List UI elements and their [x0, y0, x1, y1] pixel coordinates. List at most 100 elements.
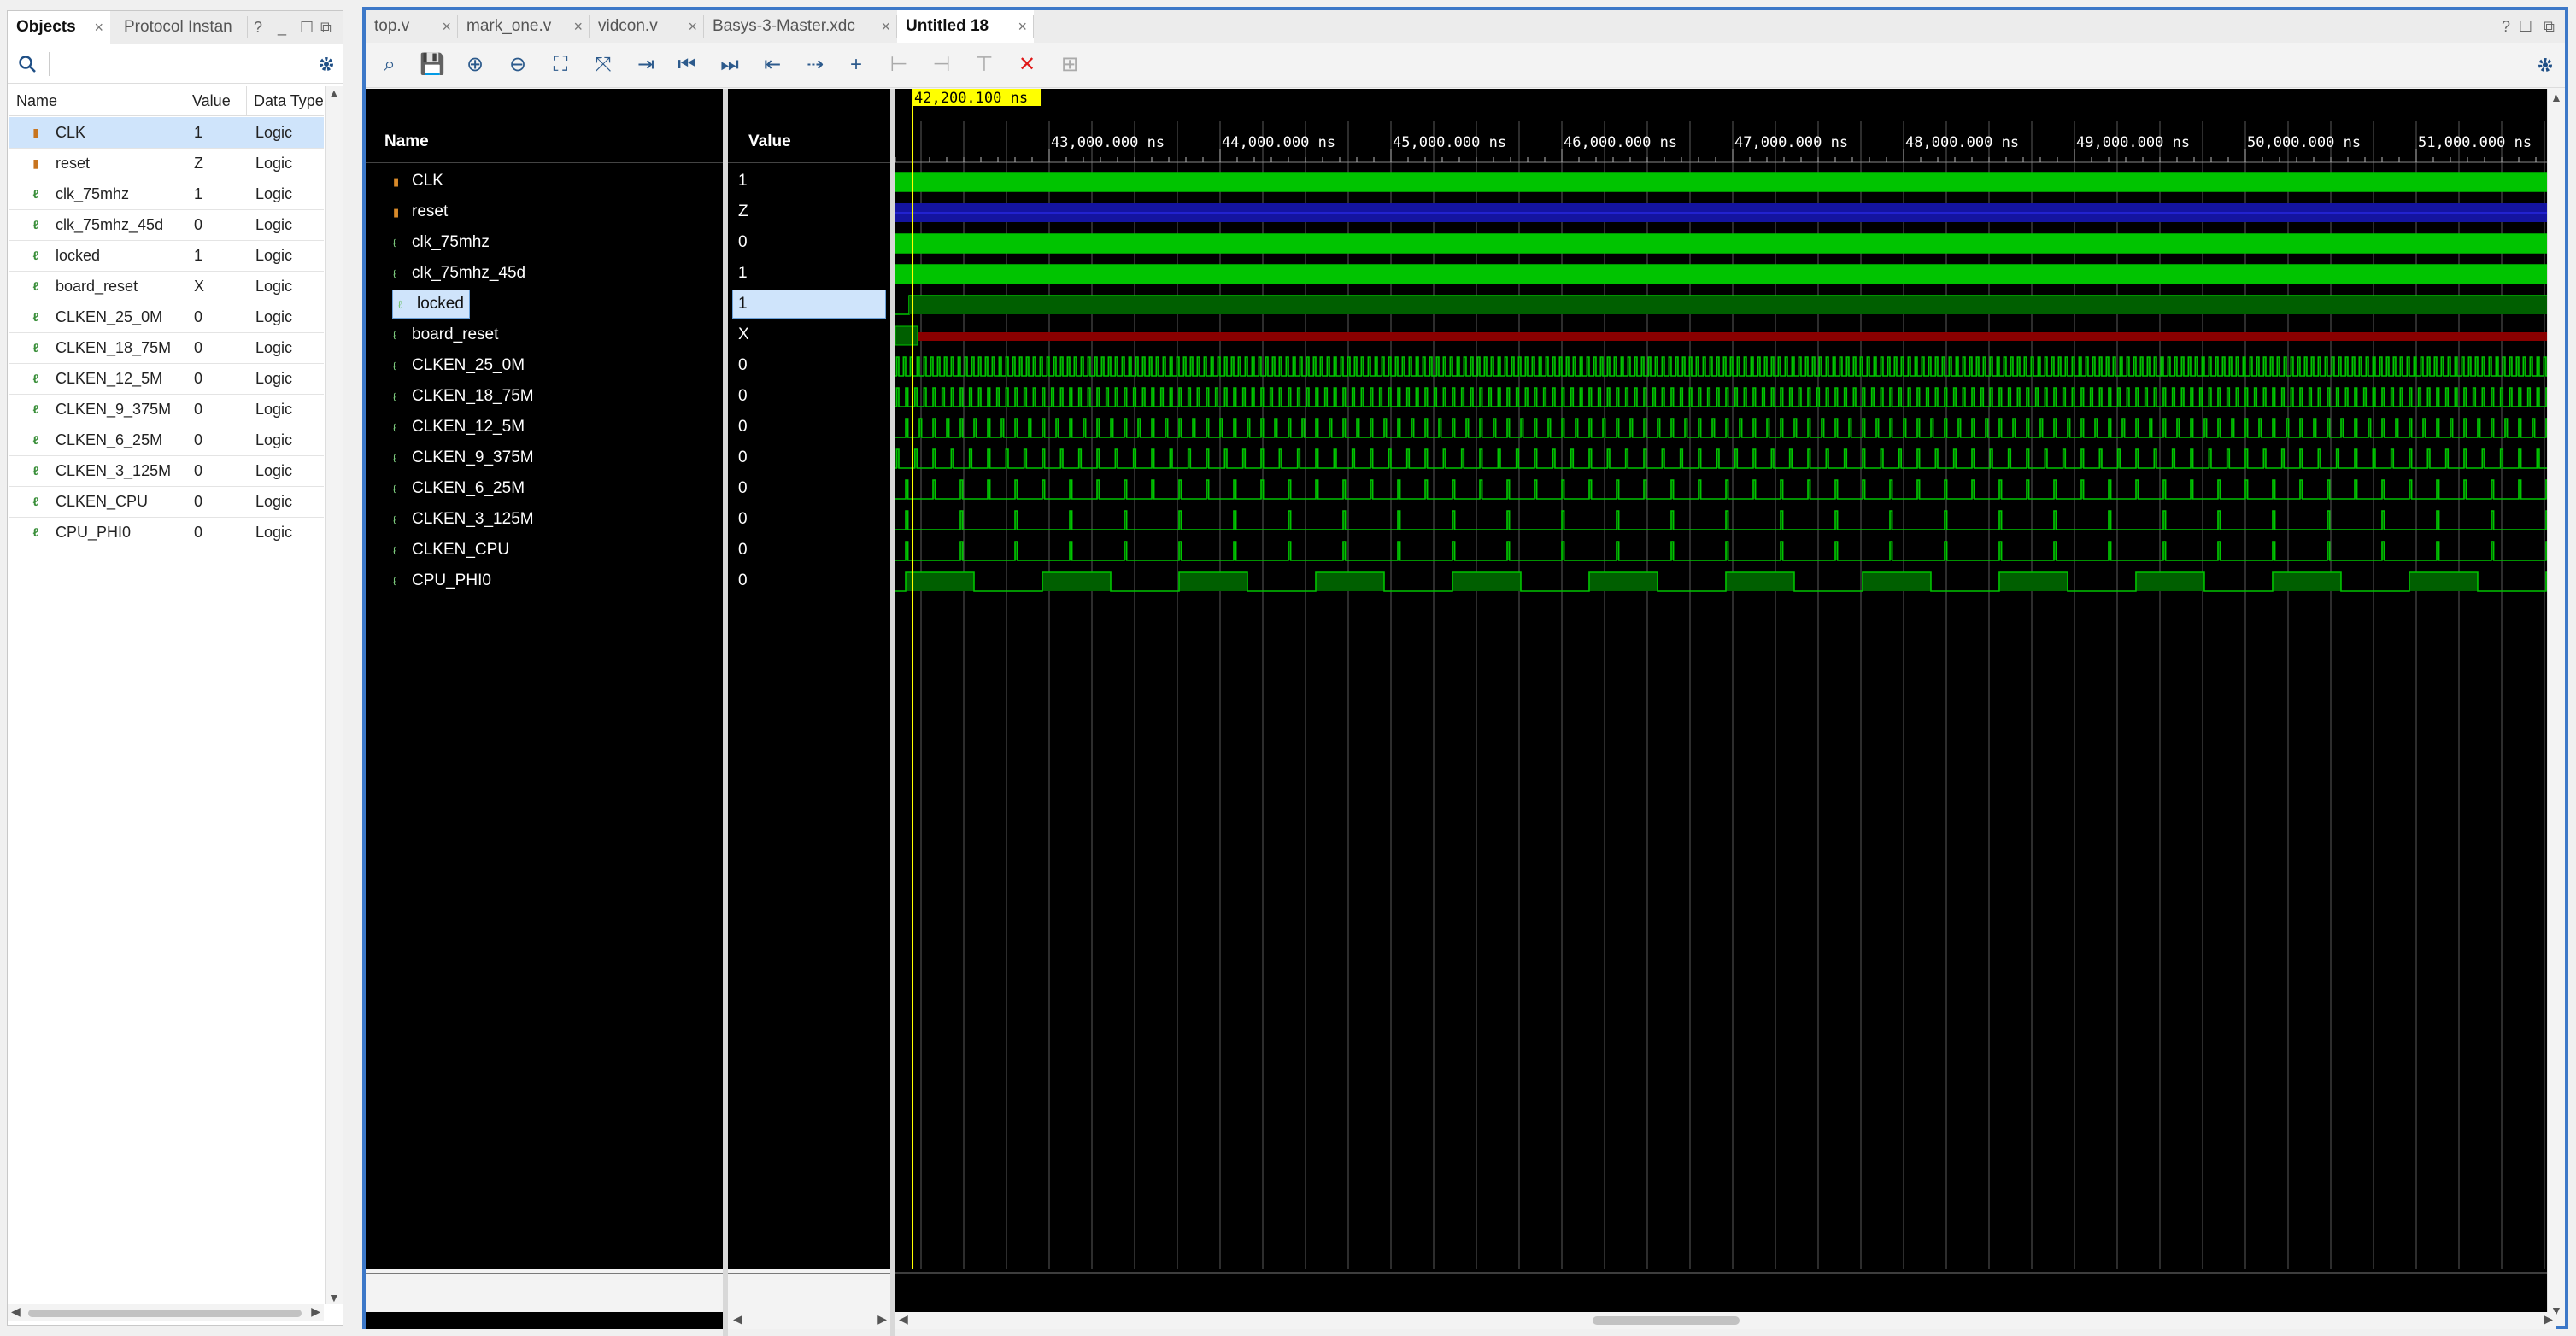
scroll-right-icon[interactable]: ▶ — [311, 1304, 320, 1319]
table-row[interactable]: ℓ CLKEN_9_375M 0 Logic — [9, 394, 324, 425]
tab-top-v[interactable]: top.v × — [366, 10, 458, 43]
waveform-trace-clk[interactable] — [894, 172, 2557, 192]
table-row[interactable]: ℓ locked 1 Logic — [9, 240, 324, 272]
waveform-trace-clk_75mhz_45d[interactable] — [895, 264, 2557, 284]
next-transition-icon[interactable]: ⇢ — [800, 50, 830, 80]
table-row[interactable]: ℓ clk_75mhz 1 Logic — [9, 179, 324, 210]
scroll-left-icon[interactable]: ◀ — [11, 1304, 21, 1319]
waveform-trace-clken_6_25m[interactable] — [895, 479, 2556, 500]
delete-markers-icon[interactable]: ✕ — [1012, 50, 1042, 80]
search-input[interactable] — [49, 52, 306, 76]
signal-value-row[interactable]: 1 — [738, 167, 748, 195]
column-data-type[interactable]: Data Type — [247, 86, 329, 115]
signal-name-row[interactable]: ℓ locked — [392, 290, 470, 319]
search-icon[interactable] — [18, 55, 37, 73]
scroll-left-icon[interactable]: ◀ — [733, 1312, 742, 1327]
signal-name-row[interactable]: ℓ board_reset — [393, 321, 498, 349]
value-column-header[interactable]: Value — [728, 121, 890, 163]
signal-value-row[interactable]: 0 — [738, 506, 748, 533]
waveform-trace-clk_75mhz[interactable] — [894, 233, 2557, 254]
close-icon[interactable]: × — [573, 10, 583, 43]
table-row[interactable]: ℓ CLKEN_25_0M 0 Logic — [9, 302, 324, 333]
minimize-icon[interactable]: _ — [278, 11, 286, 44]
close-icon[interactable]: × — [94, 11, 103, 44]
swap-cursors-icon[interactable]: ⊤ — [969, 50, 1000, 80]
previous-marker-icon[interactable]: ⊢ — [883, 50, 914, 80]
gear-icon[interactable] — [317, 55, 336, 73]
name-column-header[interactable]: Name — [366, 121, 723, 163]
snap-to-transition-icon[interactable]: ⊞ — [1054, 50, 1085, 80]
name-horizontal-scrollbar[interactable] — [366, 1312, 723, 1329]
signal-name-row[interactable]: ℓ CPU_PHI0 — [393, 567, 491, 595]
help-icon[interactable]: ? — [254, 11, 262, 44]
signal-name-row[interactable]: ℓ clk_75mhz — [393, 229, 490, 256]
zoom-fit-icon[interactable]: ⛶ — [545, 50, 576, 80]
signal-value-row[interactable]: 0 — [738, 536, 748, 564]
signal-name-row[interactable]: ℓ clk_75mhz_45d — [393, 260, 525, 287]
zoom-out-icon[interactable]: ⊖ — [502, 50, 533, 80]
table-row[interactable]: ℓ board_reset X Logic — [9, 271, 324, 302]
gear-icon[interactable] — [2536, 56, 2555, 74]
table-row[interactable]: ℓ CLKEN_6_25M 0 Logic — [9, 425, 324, 456]
waveform-trace-clken_3_125m[interactable] — [895, 510, 2556, 530]
table-row[interactable]: ℓ CLKEN_12_5M 0 Logic — [9, 363, 324, 395]
objects-vertical-scrollbar[interactable]: ▲ ▼ — [325, 86, 343, 1304]
waveform-horizontal-scrollbar[interactable]: ◀ ▶ — [895, 1312, 2556, 1329]
signal-value-row[interactable]: 0 — [738, 352, 748, 379]
waveform-trace-clken_25_0m[interactable] — [895, 356, 2556, 377]
save-icon[interactable]: 💾 — [417, 50, 448, 80]
signal-name-row[interactable]: ℓ CLKEN_3_125M — [393, 506, 534, 533]
signal-name-row[interactable]: ℓ CLKEN_9_375M — [393, 444, 534, 472]
cursor-time-label[interactable]: 42,200.100 ns — [914, 90, 1028, 107]
zoom-to-cursor-icon[interactable]: ⤧ — [588, 50, 619, 80]
add-marker-icon[interactable]: + — [841, 50, 871, 80]
previous-transition-icon[interactable]: ⇤ — [757, 50, 788, 80]
signal-name-row[interactable]: ℓ CLKEN_25_0M — [393, 352, 525, 379]
go-to-end-icon[interactable]: ⏭ — [714, 50, 745, 80]
close-icon[interactable]: × — [442, 10, 451, 43]
signal-value-row[interactable]: 1 — [732, 290, 886, 319]
close-icon[interactable]: × — [881, 10, 890, 43]
waveform-trace-clken_18_75m[interactable] — [895, 387, 2557, 407]
tab-untitled-18[interactable]: Untitled 18 × — [897, 10, 1034, 43]
signal-name-row[interactable]: ℓ CLKEN_18_75M — [393, 383, 534, 410]
objects-horizontal-scrollbar[interactable]: ◀ ▶ — [8, 1304, 324, 1321]
go-to-start-icon[interactable]: ⏮ — [672, 50, 702, 80]
signal-value-row[interactable]: 0 — [738, 413, 748, 441]
scroll-left-icon[interactable]: ◀ — [899, 1312, 908, 1327]
table-row[interactable]: ℓ clk_75mhz_45d 0 Logic — [9, 209, 324, 241]
table-row[interactable]: ▮ CLK 1 Logic — [9, 117, 324, 149]
scroll-right-icon[interactable]: ▶ — [877, 1312, 887, 1327]
tab-protocol-instances[interactable]: Protocol Instan — [115, 11, 244, 44]
signal-value-row[interactable]: 0 — [738, 567, 748, 595]
waveform-trace-board-reset[interactable] — [918, 332, 2576, 341]
signal-name-row[interactable]: ℓ CLKEN_CPU — [393, 536, 509, 564]
zoom-in-icon[interactable]: ⊕ — [460, 50, 490, 80]
waveform-canvas[interactable]: 43,000.000 ns 44,000.000 ns 45,000.000 ns 4… — [894, 89, 2576, 1312]
value-horizontal-scrollbar[interactable]: ◀ ▶ — [728, 1312, 890, 1329]
signal-value-row[interactable]: 0 — [738, 444, 748, 472]
tab-basys-3-master-xdc[interactable]: Basys-3-Master.xdc × — [704, 10, 897, 43]
float-icon[interactable]: ⧉ — [2544, 10, 2555, 43]
signal-name-row[interactable]: ℓ CLKEN_6_25M — [393, 475, 525, 502]
waveform-trace-clken_12_5m[interactable] — [895, 418, 2556, 438]
waveform-trace-cpu-phi0[interactable] — [895, 571, 2557, 592]
column-name[interactable]: Name — [9, 86, 185, 115]
waveform-pane[interactable]: 43,000.000 ns 44,000.000 ns 45,000.000 ns 4… — [894, 89, 2576, 1312]
table-row[interactable]: ℓ CLKEN_CPU 0 Logic — [9, 486, 324, 518]
tab-mark-one-v[interactable]: mark_one.v × — [458, 10, 590, 43]
maximize-icon[interactable]: ☐ — [2519, 10, 2532, 43]
table-row[interactable]: ℓ CLKEN_18_75M 0 Logic — [9, 332, 324, 364]
help-icon[interactable]: ? — [2502, 10, 2510, 43]
waveform-trace-clken_9_375m[interactable] — [895, 448, 2557, 469]
signal-name-row[interactable]: ℓ CLKEN_12_5M — [393, 413, 525, 441]
objects-scroll-thumb[interactable] — [28, 1310, 302, 1317]
maximize-icon[interactable]: ☐ — [300, 11, 314, 44]
search-icon[interactable]: ⌕ — [374, 50, 405, 80]
signal-value-row[interactable]: 0 — [738, 229, 748, 256]
table-row[interactable]: ▮ reset Z Logic — [9, 148, 324, 179]
table-row[interactable]: ℓ CLKEN_3_125M 0 Logic — [9, 455, 324, 487]
signal-value-row[interactable]: 0 — [738, 383, 748, 410]
scroll-up-icon[interactable]: ▲ — [2550, 91, 2562, 104]
close-icon[interactable]: × — [1018, 10, 1027, 43]
